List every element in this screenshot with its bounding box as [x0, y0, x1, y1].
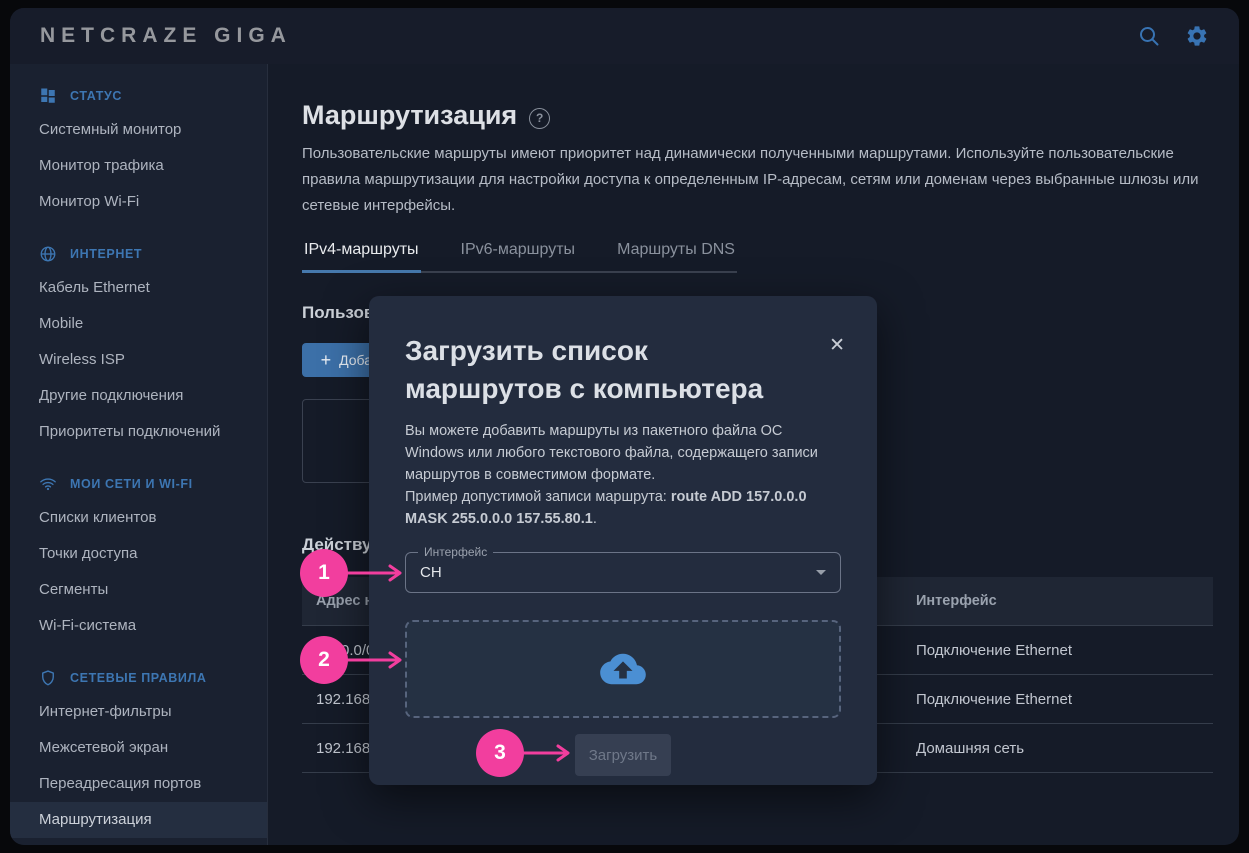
annotation-arrow-3 — [516, 744, 572, 762]
gear-icon[interactable] — [1185, 24, 1209, 48]
interface-select[interactable]: Интерфейс CH — [405, 552, 841, 593]
sidebar-item-client-lists[interactable]: Списки клиентов — [10, 500, 267, 536]
page-title: Маршрутизация ? — [302, 100, 1219, 131]
sidebar-item-routing[interactable]: Маршрутизация — [10, 802, 267, 838]
section-label: СЕТЕВЫЕ ПРАВИЛА — [70, 671, 206, 685]
annotation-arrow-1 — [346, 564, 404, 582]
annotation-arrow-2 — [346, 651, 404, 669]
section-label: СТАТУС — [70, 89, 122, 103]
sidebar-item-ethernet-cable[interactable]: Кабель Ethernet — [10, 270, 267, 306]
dashboard-icon — [39, 87, 57, 105]
section-label: МОИ СЕТИ И WI-FI — [70, 477, 193, 491]
sidebar-section-internet: ИНТЕРНЕТ — [10, 246, 267, 262]
chevron-down-icon — [816, 570, 826, 575]
cell-interface: Домашняя сеть — [902, 740, 1213, 757]
globe-icon — [39, 245, 57, 263]
sidebar-item-port-forwarding[interactable]: Переадресация портов — [10, 766, 267, 802]
sidebar-item-connection-priorities[interactable]: Приоритеты подключений — [10, 414, 267, 450]
cloud-upload-icon — [600, 650, 646, 688]
app-window: NETCRAZE GIGA СТАТУС Системный монитор М… — [10, 8, 1239, 845]
sidebar-item-mobile[interactable]: Mobile — [10, 306, 267, 342]
sidebar-item-traffic-monitor[interactable]: Монитор трафика — [10, 148, 267, 184]
tab-bar: IPv4-маршруты IPv6-маршруты Маршруты DNS — [302, 241, 737, 273]
modal-description: Вы можете добавить маршруты из пакетного… — [405, 420, 841, 486]
interface-select-label: Интерфейс — [418, 545, 493, 559]
wifi-icon — [39, 475, 57, 493]
file-dropzone[interactable] — [405, 620, 841, 718]
tab-ipv6-routes[interactable]: IPv6-маршруты — [459, 241, 578, 273]
section-label: ИНТЕРНЕТ — [70, 247, 142, 261]
plus-icon: + — [321, 351, 332, 369]
cell-interface: Подключение Ethernet — [902, 642, 1213, 659]
help-icon[interactable]: ? — [529, 108, 550, 129]
upload-routes-modal: ✕ Загрузить список маршрутов с компьютер… — [369, 296, 877, 785]
close-icon[interactable]: ✕ — [829, 336, 845, 355]
sidebar-section-network-rules: СЕТЕВЫЕ ПРАВИЛА — [10, 670, 267, 686]
modal-title: Загрузить список маршрутов с компьютера — [405, 332, 841, 408]
sidebar-item-access-points[interactable]: Точки доступа — [10, 536, 267, 572]
sidebar-item-other-connections[interactable]: Другие подключения — [10, 378, 267, 414]
sidebar-item-segments[interactable]: Сегменты — [10, 572, 267, 608]
upload-button[interactable]: Загрузить — [575, 734, 671, 776]
column-header-interface: Интерфейс — [902, 593, 1213, 609]
shield-icon — [39, 669, 57, 687]
sidebar-item-firewall[interactable]: Межсетевой экран — [10, 730, 267, 766]
sidebar-item-system-monitor[interactable]: Системный монитор — [10, 112, 267, 148]
sidebar-item-internet-filters[interactable]: Интернет-фильтры — [10, 694, 267, 730]
sidebar-section-my-networks: МОИ СЕТИ И WI-FI — [10, 476, 267, 492]
top-bar: NETCRAZE GIGA — [10, 8, 1239, 64]
brand-logo: NETCRAZE GIGA — [40, 24, 292, 48]
sidebar-item-wifi-monitor[interactable]: Монитор Wi-Fi — [10, 184, 267, 220]
annotation-step-2: 2 — [300, 636, 348, 684]
tab-dns-routes[interactable]: Маршруты DNS — [615, 241, 737, 273]
interface-select-value: CH — [420, 564, 442, 581]
annotation-step-1: 1 — [300, 549, 348, 597]
sidebar-item-wireless-isp[interactable]: Wireless ISP — [10, 342, 267, 378]
search-icon[interactable] — [1137, 24, 1161, 48]
tab-ipv4-routes[interactable]: IPv4-маршруты — [302, 241, 421, 273]
page-description: Пользовательские маршруты имеют приорите… — [302, 141, 1207, 219]
sidebar-item-wifi-system[interactable]: Wi-Fi-система — [10, 608, 267, 644]
sidebar: СТАТУС Системный монитор Монитор трафика… — [10, 64, 268, 845]
modal-example: Пример допустимой записи маршрута: route… — [405, 486, 841, 530]
cell-interface: Подключение Ethernet — [902, 691, 1213, 708]
sidebar-section-status: СТАТУС — [10, 88, 267, 104]
